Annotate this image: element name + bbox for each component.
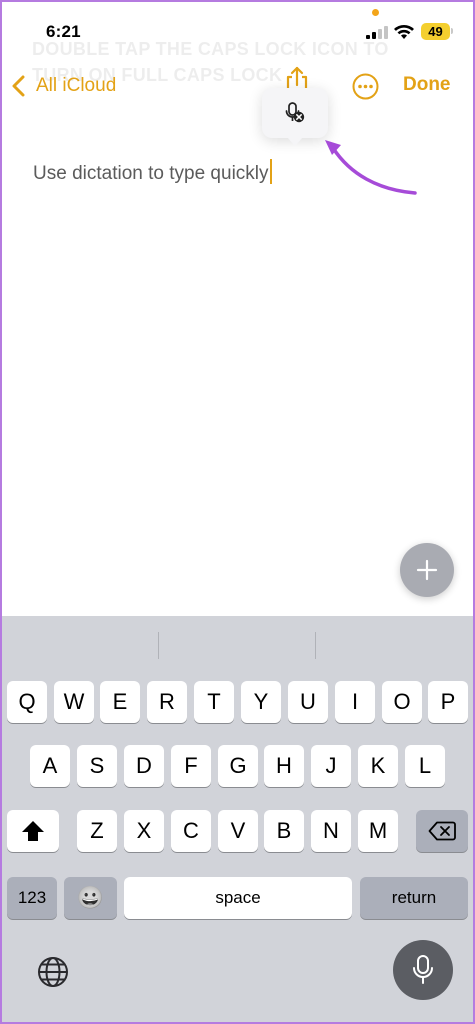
key-a[interactable]: A [30, 745, 70, 787]
note-body[interactable]: Use dictation to type quickly [33, 159, 272, 185]
suggestion-divider [158, 632, 159, 659]
add-button[interactable] [400, 543, 454, 597]
key-w[interactable]: W [54, 681, 94, 723]
text-cursor [269, 159, 272, 184]
key-q[interactable]: Q [7, 681, 47, 723]
battery-icon: 49 [421, 23, 450, 40]
return-key[interactable]: return [360, 877, 468, 919]
delete-key[interactable] [416, 810, 468, 852]
suggestion-divider [315, 632, 316, 659]
key-b[interactable]: B [264, 810, 304, 852]
key-m[interactable]: M [358, 810, 398, 852]
key-g[interactable]: G [218, 745, 258, 787]
key-h[interactable]: H [264, 745, 304, 787]
space-key[interactable]: space [124, 877, 352, 919]
note-text: Use dictation to type quickly [33, 163, 269, 184]
dictation-mic-button[interactable] [393, 940, 453, 1000]
keyboard: Q W E R T Y U I O P A S D F G H J K L Z … [2, 616, 473, 1022]
key-k[interactable]: K [358, 745, 398, 787]
key-v[interactable]: V [218, 810, 258, 852]
battery-tip [451, 28, 453, 34]
key-o[interactable]: O [382, 681, 422, 723]
key-j[interactable]: J [311, 745, 351, 787]
emoji-key[interactable]: 😀 [64, 877, 117, 919]
plus-icon [416, 559, 438, 581]
microphone-icon [413, 955, 433, 984]
key-p[interactable]: P [428, 681, 468, 723]
orange-dot-icon [372, 9, 379, 16]
key-i[interactable]: I [335, 681, 375, 723]
key-x[interactable]: X [124, 810, 164, 852]
done-button[interactable]: Done [403, 74, 451, 96]
globe-icon[interactable] [36, 955, 70, 989]
key-d[interactable]: D [124, 745, 164, 787]
key-c[interactable]: C [171, 810, 211, 852]
mic-slash-icon [285, 102, 305, 123]
key-s[interactable]: S [77, 745, 117, 787]
backspace-icon [428, 821, 456, 841]
key-z[interactable]: Z [77, 810, 117, 852]
key-n[interactable]: N [311, 810, 351, 852]
key-l[interactable]: L [405, 745, 445, 787]
annotation-arrow-icon [325, 140, 417, 195]
key-t[interactable]: T [194, 681, 234, 723]
key-u[interactable]: U [288, 681, 328, 723]
emoji-icon: 😀 [76, 885, 105, 910]
shift-icon [22, 821, 44, 841]
more-icon[interactable] [352, 73, 379, 100]
key-f[interactable]: F [171, 745, 211, 787]
back-label: All iCloud [36, 75, 117, 96]
back-button[interactable]: All iCloud [10, 70, 116, 102]
shift-key[interactable] [7, 810, 59, 852]
wifi-icon [394, 25, 414, 39]
chevron-left-icon [12, 75, 25, 97]
key-r[interactable]: R [147, 681, 187, 723]
stop-dictation-popup[interactable] [262, 88, 328, 146]
key-e[interactable]: E [100, 681, 140, 723]
numbers-key[interactable]: 123 [7, 877, 57, 919]
key-y[interactable]: Y [241, 681, 281, 723]
